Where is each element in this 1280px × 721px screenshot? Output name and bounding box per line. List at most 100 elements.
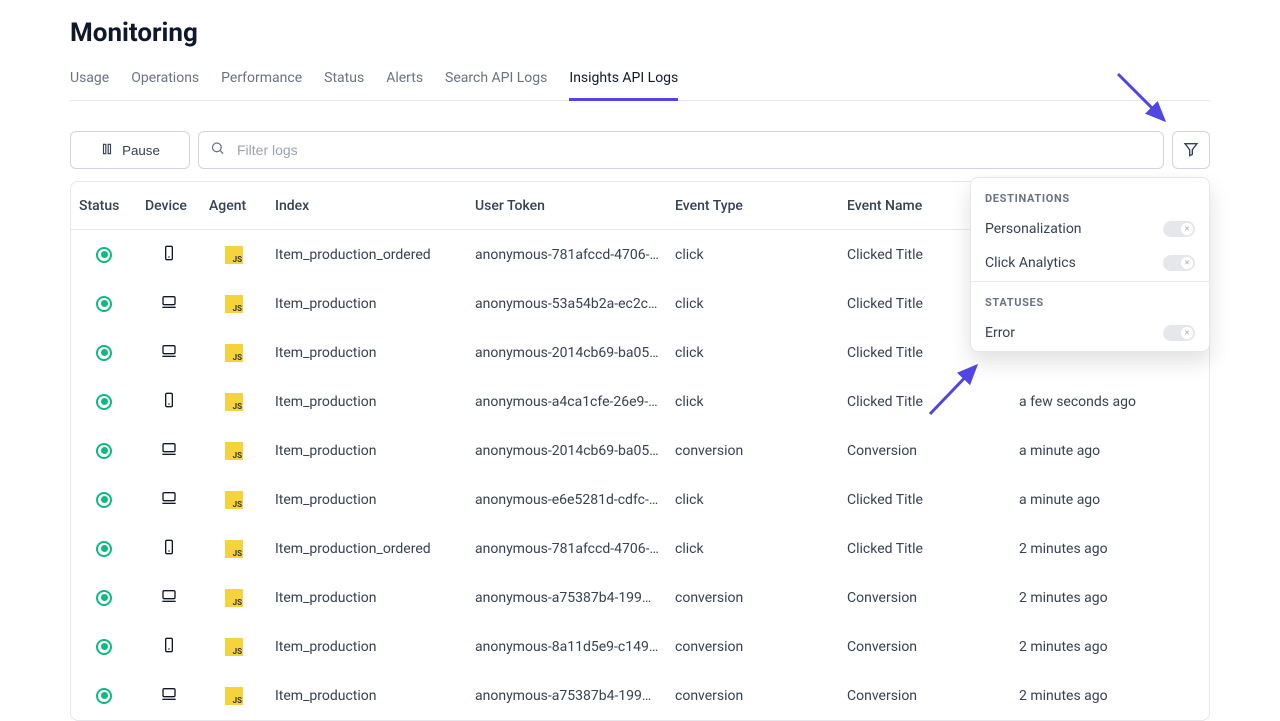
status-ok-icon [96, 247, 112, 263]
cell-status [71, 492, 137, 508]
cell-status [71, 296, 137, 312]
js-agent-icon: JS [225, 687, 243, 705]
table-row[interactable]: JSItem_productionanonymous-a75387b4-1995… [71, 573, 1209, 622]
cell-device [137, 392, 201, 412]
cell-time: 2 minutes ago [1011, 590, 1195, 606]
cell-agent: JS [201, 442, 267, 460]
cell-user-token: anonymous-a4ca1cfe-26e9-… [467, 394, 667, 410]
toggle-click-analytics[interactable] [1163, 255, 1195, 271]
cell-device [137, 686, 201, 706]
cell-event-type: conversion [667, 590, 839, 606]
cell-status [71, 443, 137, 459]
cell-event-type: conversion [667, 639, 839, 655]
cell-index: Item_production_ordered [267, 541, 467, 557]
cell-user-token: anonymous-8a11d5e9-c149-… [467, 639, 667, 655]
cell-user-token: anonymous-a75387b4-1995-… [467, 688, 667, 704]
cell-device [137, 441, 201, 461]
cell-event-type: click [667, 247, 839, 263]
table-row[interactable]: JSItem_productionanonymous-2014cb69-ba05… [71, 426, 1209, 475]
controls-bar: Pause [70, 131, 1210, 169]
desktop-icon [160, 490, 178, 510]
popover-section-destinations: DESTINATIONS [971, 178, 1209, 213]
cell-status [71, 394, 137, 410]
col-device: Device [137, 198, 201, 214]
desktop-icon [160, 686, 178, 706]
cell-device [137, 588, 201, 608]
status-ok-icon [96, 688, 112, 704]
filter-destination-click-analytics[interactable]: Click Analytics [971, 247, 1209, 281]
desktop-icon [160, 294, 178, 314]
cell-agent: JS [201, 393, 267, 411]
cell-status [71, 639, 137, 655]
cell-event-type: click [667, 492, 839, 508]
cell-user-token: anonymous-781afccd-4706-… [467, 541, 667, 557]
filter-label: Error [985, 325, 1015, 341]
cell-event-name: Conversion [839, 443, 1011, 459]
pause-label: Pause [122, 143, 160, 158]
cell-index: Item_production_ordered [267, 247, 467, 263]
mobile-icon [161, 245, 177, 265]
pause-icon [100, 142, 114, 159]
table-row[interactable]: JSItem_productionanonymous-a4ca1cfe-26e9… [71, 377, 1209, 426]
tab-performance[interactable]: Performance [221, 62, 302, 100]
filter-status-error[interactable]: Error [971, 317, 1209, 351]
status-ok-icon [96, 296, 112, 312]
search-icon [210, 141, 225, 160]
tab-insights-api-logs[interactable]: Insights API Logs [569, 62, 678, 100]
col-event-type: Event Type [667, 198, 839, 214]
status-ok-icon [96, 492, 112, 508]
cell-event-name: Conversion [839, 688, 1011, 704]
search-wrap [198, 131, 1164, 169]
cell-agent: JS [201, 687, 267, 705]
cell-status [71, 247, 137, 263]
filter-button[interactable] [1172, 131, 1210, 169]
cell-user-token: anonymous-53a54b2a-ec2c-… [467, 296, 667, 312]
table-row[interactable]: JSItem_productionanonymous-8a11d5e9-c149… [71, 622, 1209, 671]
cell-agent: JS [201, 246, 267, 264]
mobile-icon [161, 539, 177, 559]
cell-agent: JS [201, 491, 267, 509]
filter-destination-personalization[interactable]: Personalization [971, 213, 1209, 247]
cell-agent: JS [201, 638, 267, 656]
col-agent: Agent [201, 198, 267, 214]
tab-alerts[interactable]: Alerts [386, 62, 423, 100]
cell-user-token: anonymous-781afccd-4706-… [467, 247, 667, 263]
toggle-error[interactable] [1163, 325, 1195, 341]
cell-event-type: conversion [667, 688, 839, 704]
table-row[interactable]: JSItem_production_orderedanonymous-781af… [71, 524, 1209, 573]
filter-label: Personalization [985, 221, 1082, 237]
cell-event-name: Conversion [839, 590, 1011, 606]
cell-user-token: anonymous-2014cb69-ba05-… [467, 443, 667, 459]
cell-device [137, 343, 201, 363]
cell-time: 2 minutes ago [1011, 639, 1195, 655]
js-agent-icon: JS [225, 589, 243, 607]
cell-event-name: Clicked Title [839, 394, 1011, 410]
cell-event-name: Conversion [839, 639, 1011, 655]
status-ok-icon [96, 394, 112, 410]
pause-button[interactable]: Pause [70, 131, 190, 169]
cell-index: Item_production [267, 345, 467, 361]
cell-agent: JS [201, 589, 267, 607]
cell-status [71, 688, 137, 704]
cell-index: Item_production [267, 590, 467, 606]
tab-search-api-logs[interactable]: Search API Logs [445, 62, 547, 100]
filter-label: Click Analytics [985, 255, 1076, 271]
toggle-personalization[interactable] [1163, 221, 1195, 237]
tab-status[interactable]: Status [324, 62, 364, 100]
mobile-icon [161, 637, 177, 657]
cell-agent: JS [201, 344, 267, 362]
js-agent-icon: JS [225, 393, 243, 411]
js-agent-icon: JS [225, 638, 243, 656]
search-input[interactable] [198, 131, 1164, 169]
tab-usage[interactable]: Usage [70, 62, 109, 100]
tab-operations[interactable]: Operations [131, 62, 199, 100]
desktop-icon [160, 343, 178, 363]
cell-status [71, 590, 137, 606]
cell-device [137, 637, 201, 657]
table-row[interactable]: JSItem_productionanonymous-e6e5281d-cdfc… [71, 475, 1209, 524]
cell-event-type: click [667, 541, 839, 557]
table-row[interactable]: JSItem_productionanonymous-a75387b4-1995… [71, 671, 1209, 720]
js-agent-icon: JS [225, 491, 243, 509]
cell-event-type: click [667, 296, 839, 312]
js-agent-icon: JS [225, 344, 243, 362]
